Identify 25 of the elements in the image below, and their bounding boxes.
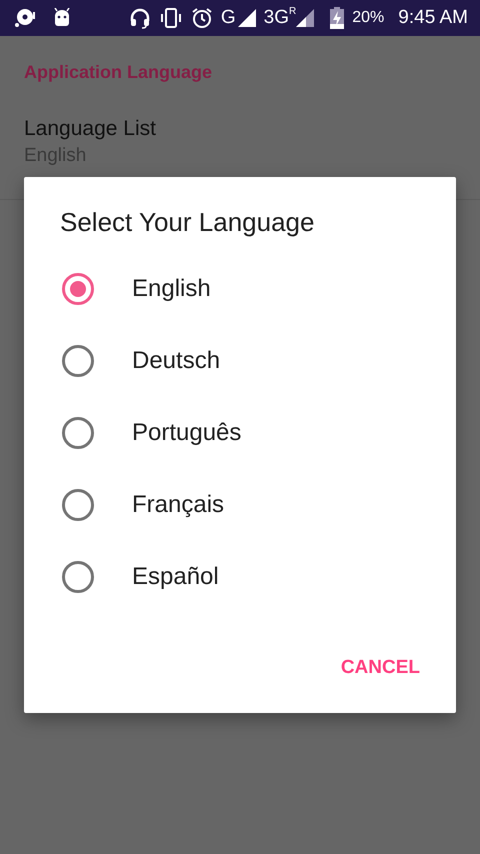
battery-charging-icon: [330, 7, 344, 29]
language-option[interactable]: Deutsch: [132, 347, 220, 375]
language-option[interactable]: Français: [132, 491, 224, 519]
radio-button[interactable]: [62, 345, 94, 377]
signal-icon: [296, 9, 314, 27]
language-option[interactable]: English: [132, 275, 211, 303]
radio-button[interactable]: [62, 561, 94, 593]
language-option[interactable]: Español: [132, 563, 219, 591]
notification-icon: [14, 8, 36, 28]
android-icon: [52, 8, 72, 28]
category-header: Application Language: [24, 62, 214, 83]
roaming-indicator: R: [289, 6, 296, 17]
headset-icon: [128, 7, 151, 29]
vibrate-icon: [158, 8, 183, 28]
language-option[interactable]: Português: [132, 419, 242, 447]
network-type: G: [220, 7, 236, 29]
radio-button[interactable]: [62, 417, 94, 449]
alarm-icon: [190, 7, 213, 29]
radio-button[interactable]: [62, 273, 94, 305]
clock: 9:45 AM: [398, 7, 468, 29]
dialog-title: Select Your Language: [60, 207, 316, 239]
radio-button[interactable]: [62, 489, 94, 521]
network-type: 3G: [264, 7, 290, 29]
signal-icon: [238, 9, 256, 27]
battery-level: 20%: [352, 9, 384, 27]
